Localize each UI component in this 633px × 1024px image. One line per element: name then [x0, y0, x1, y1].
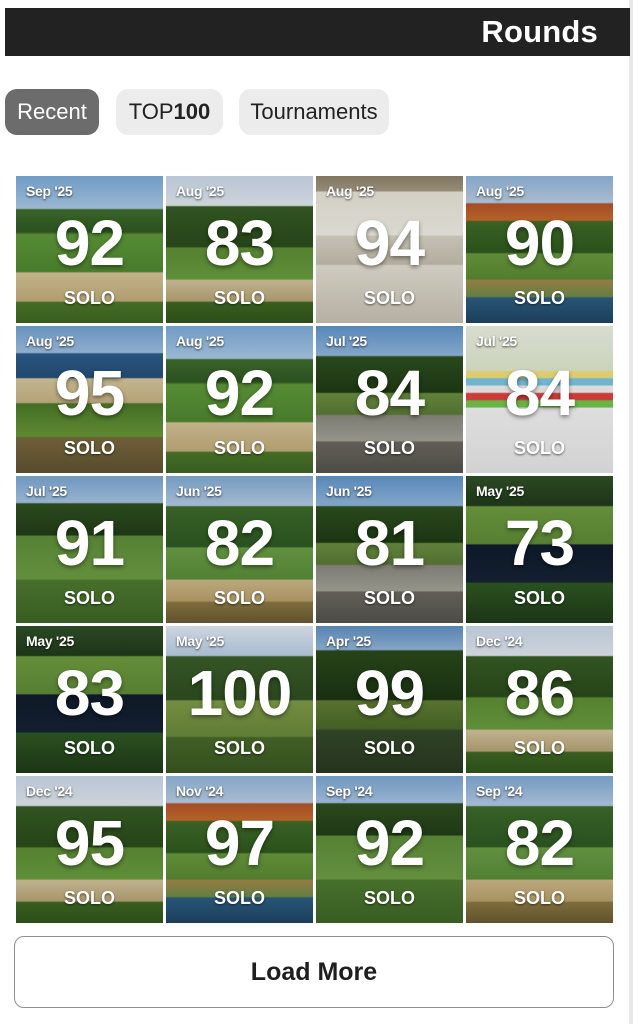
tab-recent-label: Recent: [17, 99, 87, 124]
round-score: 92: [354, 807, 425, 879]
load-more-button[interactable]: Load More: [14, 936, 614, 1008]
round-date: Sep '24: [326, 783, 373, 799]
round-mode: SOLO: [513, 738, 565, 758]
round-mode: SOLO: [213, 888, 265, 908]
round-mode: SOLO: [363, 438, 415, 458]
round-tile[interactable]: May '25 73 SOLO: [466, 476, 613, 623]
round-mode: SOLO: [513, 438, 565, 458]
round-score: 99: [354, 657, 425, 729]
round-tile[interactable]: Jun '25 82 SOLO: [166, 476, 313, 623]
round-mode: SOLO: [363, 738, 415, 758]
round-date: Aug '25: [176, 333, 224, 349]
round-mode: SOLO: [63, 888, 115, 908]
round-score: 91: [54, 507, 125, 579]
round-tile[interactable]: Jul '25 91 SOLO: [16, 476, 163, 623]
page-title: Rounds: [481, 14, 598, 49]
header-bar: Rounds: [5, 8, 630, 56]
round-date: Jul '25: [26, 483, 67, 499]
round-date: May '25: [176, 633, 224, 649]
round-mode: SOLO: [363, 588, 415, 608]
round-tile[interactable]: Jul '25 84 SOLO: [316, 326, 463, 473]
round-date: Aug '25: [476, 183, 524, 199]
round-tile[interactable]: May '25 83 SOLO: [16, 626, 163, 773]
tab-tournaments-label: Tournaments: [250, 99, 378, 124]
round-date: Jun '25: [326, 483, 372, 499]
round-date: Sep '25: [26, 183, 73, 199]
round-date: Nov '24: [176, 783, 224, 799]
round-score: 86: [504, 657, 575, 729]
round-mode: SOLO: [513, 288, 565, 308]
round-date: Sep '24: [476, 783, 523, 799]
round-score: 92: [54, 207, 125, 279]
round-score: 97: [204, 807, 275, 879]
round-mode: SOLO: [63, 288, 115, 308]
round-date: Jul '25: [476, 333, 517, 349]
round-score: 82: [504, 807, 575, 879]
round-mode: SOLO: [63, 738, 115, 758]
round-score: 83: [204, 207, 275, 279]
right-edge-strip: [629, 0, 633, 1024]
tab-top100-prefix: TOP: [128, 99, 174, 124]
round-tile[interactable]: Aug '25 92 SOLO: [166, 326, 313, 473]
tab-tournaments[interactable]: Tournaments: [239, 89, 389, 135]
round-score: 83: [54, 657, 125, 729]
round-tile[interactable]: Dec '24 86 SOLO: [466, 626, 613, 773]
round-tile[interactable]: Dec '24 95 SOLO: [16, 776, 163, 923]
round-mode: SOLO: [363, 288, 415, 308]
round-tile[interactable]: Sep '25 92 SOLO: [16, 176, 163, 323]
round-score: 100: [187, 657, 293, 729]
round-tile[interactable]: Sep '24 92 SOLO: [316, 776, 463, 923]
round-mode: SOLO: [63, 588, 115, 608]
tab-recent[interactable]: Recent: [5, 89, 99, 135]
rounds-grid: Sep '25 92 SOLO Aug '25 83 SOLO Aug '25 94 SOLO A…: [16, 176, 613, 923]
round-tile[interactable]: Aug '25 94 SOLO: [316, 176, 463, 323]
round-score: 90: [504, 207, 575, 279]
round-tile[interactable]: Aug '25 83 SOLO: [166, 176, 313, 323]
round-mode: SOLO: [63, 438, 115, 458]
round-mode: SOLO: [213, 738, 265, 758]
round-tile[interactable]: Aug '25 90 SOLO: [466, 176, 613, 323]
round-mode: SOLO: [363, 888, 415, 908]
round-mode: SOLO: [213, 438, 265, 458]
round-score: 92: [204, 357, 275, 429]
round-date: Aug '25: [176, 183, 224, 199]
round-date: Jul '25: [326, 333, 367, 349]
tab-top100-number: 100: [173, 99, 211, 124]
round-score: 82: [204, 507, 275, 579]
round-mode: SOLO: [213, 588, 265, 608]
round-date: Jun '25: [176, 483, 222, 499]
round-score: 84: [354, 357, 425, 429]
round-score: 84: [504, 357, 575, 429]
round-mode: SOLO: [513, 588, 565, 608]
round-tile[interactable]: Jul '25 84 SOLO: [466, 326, 613, 473]
round-date: May '25: [26, 633, 74, 649]
round-tile[interactable]: May '25 100 SOLO: [166, 626, 313, 773]
round-date: Aug '25: [26, 333, 74, 349]
round-score: 94: [354, 207, 425, 279]
round-tile[interactable]: Nov '24 97 SOLO: [166, 776, 313, 923]
round-score: 95: [54, 357, 125, 429]
round-date: Dec '24: [476, 633, 523, 649]
round-tile[interactable]: Aug '25 95 SOLO: [16, 326, 163, 473]
round-score: 81: [354, 507, 425, 579]
round-mode: SOLO: [213, 288, 265, 308]
round-mode: SOLO: [513, 888, 565, 908]
round-tile[interactable]: Jun '25 81 SOLO: [316, 476, 463, 623]
round-score: 73: [504, 507, 575, 579]
round-tile[interactable]: Sep '24 82 SOLO: [466, 776, 613, 923]
round-date: Apr '25: [326, 633, 371, 649]
round-date: Aug '25: [326, 183, 374, 199]
tab-top100[interactable]: TOP100: [116, 89, 223, 135]
round-score: 95: [54, 807, 125, 879]
round-date: Dec '24: [26, 783, 73, 799]
round-tile[interactable]: Apr '25 99 SOLO: [316, 626, 463, 773]
round-date: May '25: [476, 483, 524, 499]
